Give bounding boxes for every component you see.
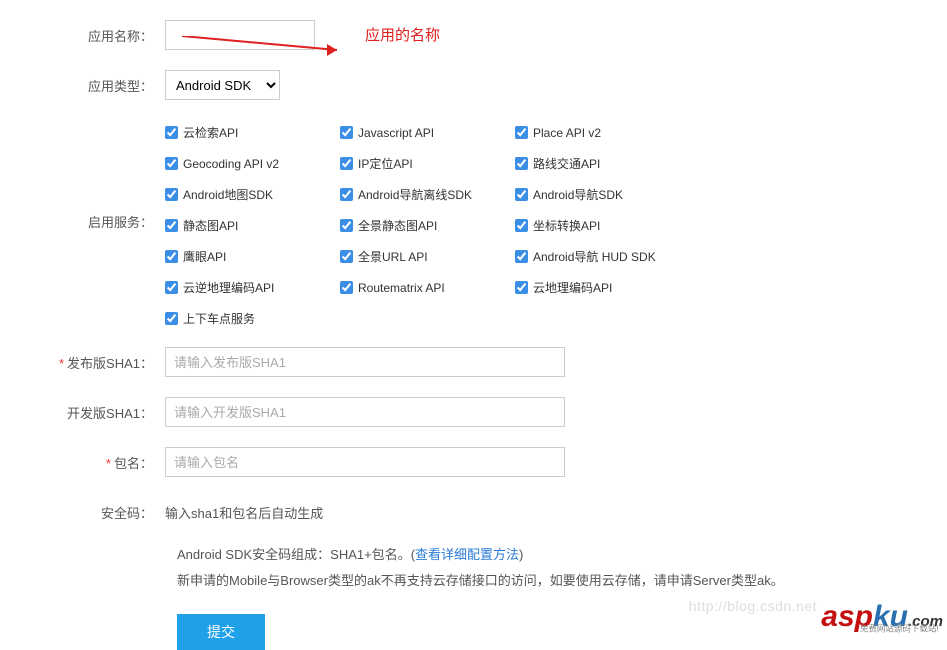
label-package-name: *包名： [0,447,165,472]
note-line-2: 新申请的Mobile与Browser类型的ak不再支持云存储接口的访问，如要使用… [177,568,947,594]
label-dev-sha1: 开发版SHA1： [0,397,165,422]
service-item[interactable]: 全景静态图API [340,217,515,234]
service-item[interactable]: 路线交通API [515,155,690,172]
service-item[interactable]: Routematrix API [340,279,515,296]
service-label: Android地图SDK [183,186,273,203]
service-item[interactable]: Android导航离线SDK [340,186,515,203]
service-item[interactable]: 全景URL API [340,248,515,265]
row-services: 启用服务： 云检索API Javascript API Place API v2 Ge… [0,120,947,327]
service-checkbox[interactable] [340,281,353,294]
service-checkbox[interactable] [340,188,353,201]
service-checkbox[interactable] [165,250,178,263]
service-checkbox[interactable] [340,250,353,263]
app-type-select[interactable]: Android SDK [165,70,280,100]
service-label: 路线交通API [533,155,600,172]
label-app-name: 应用名称： [0,20,165,45]
annotation-text: 应用的名称 [365,24,440,45]
label-app-type: 应用类型： [0,70,165,95]
service-checkbox[interactable] [515,188,528,201]
service-label: Android导航离线SDK [358,186,472,203]
row-security-code: 安全码： 输入sha1和包名后自动生成 [0,497,947,522]
service-label: 云地理编码API [533,279,612,296]
services-grid: 云检索API Javascript API Place API v2 Geocodin… [165,120,947,327]
note-line-1: Android SDK安全码组成：SHA1+包名。(查看详细配置方法) [177,542,947,568]
service-item[interactable]: Place API v2 [515,124,690,141]
service-label: Place API v2 [533,126,601,140]
service-label: 全景URL API [358,248,428,265]
service-checkbox[interactable] [515,219,528,232]
service-label: 云检索API [183,124,238,141]
submit-button[interactable]: 提交 [177,614,265,650]
service-checkbox[interactable] [165,188,178,201]
service-item[interactable]: 鹰眼API [165,248,340,265]
service-item[interactable]: 上下车点服务 [165,310,340,327]
row-dev-sha1: 开发版SHA1： [0,397,947,427]
service-checkbox[interactable] [515,281,528,294]
service-checkbox[interactable] [515,250,528,263]
service-label: Geocoding API v2 [183,157,279,171]
service-label: Javascript API [358,126,434,140]
service-checkbox[interactable] [165,281,178,294]
service-checkbox[interactable] [165,126,178,139]
app-form: 应用名称： 应用类型： Android SDK 启用服务： 云检索API Java… [0,0,947,650]
service-checkbox[interactable] [165,312,178,325]
service-label: Routematrix API [358,281,445,295]
service-item[interactable]: Android地图SDK [165,186,340,203]
service-item[interactable]: IP定位API [340,155,515,172]
service-label: Android导航SDK [533,186,623,203]
notes-block: Android SDK安全码组成：SHA1+包名。(查看详细配置方法) 新申请的… [177,542,947,594]
label-services: 启用服务： [0,120,165,231]
service-label: 云逆地理编码API [183,279,274,296]
dev-sha1-input[interactable] [165,397,565,427]
label-security-code: 安全码： [0,497,165,522]
site-logo: aspku.com 免费网站源码下载站! [821,600,943,634]
service-checkbox[interactable] [165,219,178,232]
service-checkbox[interactable] [340,157,353,170]
service-label: 坐标转换API [533,217,600,234]
row-app-name: 应用名称： [0,20,947,50]
service-label: Android导航 HUD SDK [533,248,656,265]
service-checkbox[interactable] [165,157,178,170]
label-release-sha1: *发布版SHA1： [0,347,165,372]
service-item[interactable]: 坐标转换API [515,217,690,234]
service-item[interactable]: 云检索API [165,124,340,141]
required-mark: * [59,356,64,371]
package-name-input[interactable] [165,447,565,477]
service-label: 上下车点服务 [183,310,255,327]
service-checkbox[interactable] [515,157,528,170]
service-label: 静态图API [183,217,238,234]
row-package-name: *包名： [0,447,947,477]
service-item[interactable]: 云地理编码API [515,279,690,296]
service-item[interactable]: Android导航 HUD SDK [515,248,690,265]
release-sha1-input[interactable] [165,347,565,377]
service-item[interactable]: Android导航SDK [515,186,690,203]
service-label: 全景静态图API [358,217,437,234]
security-code-hint: 输入sha1和包名后自动生成 [165,497,947,522]
service-item[interactable]: 静态图API [165,217,340,234]
service-checkbox[interactable] [340,219,353,232]
service-checkbox[interactable] [340,126,353,139]
service-label: 鹰眼API [183,248,226,265]
service-checkbox[interactable] [515,126,528,139]
app-name-input[interactable] [165,20,315,50]
config-detail-link[interactable]: 查看详细配置方法 [415,547,519,562]
service-item[interactable]: 云逆地理编码API [165,279,340,296]
required-mark: * [106,456,111,471]
row-release-sha1: *发布版SHA1： [0,347,947,377]
row-app-type: 应用类型： Android SDK [0,70,947,100]
service-item[interactable]: Javascript API [340,124,515,141]
service-item[interactable]: Geocoding API v2 [165,155,340,172]
service-label: IP定位API [358,155,413,172]
